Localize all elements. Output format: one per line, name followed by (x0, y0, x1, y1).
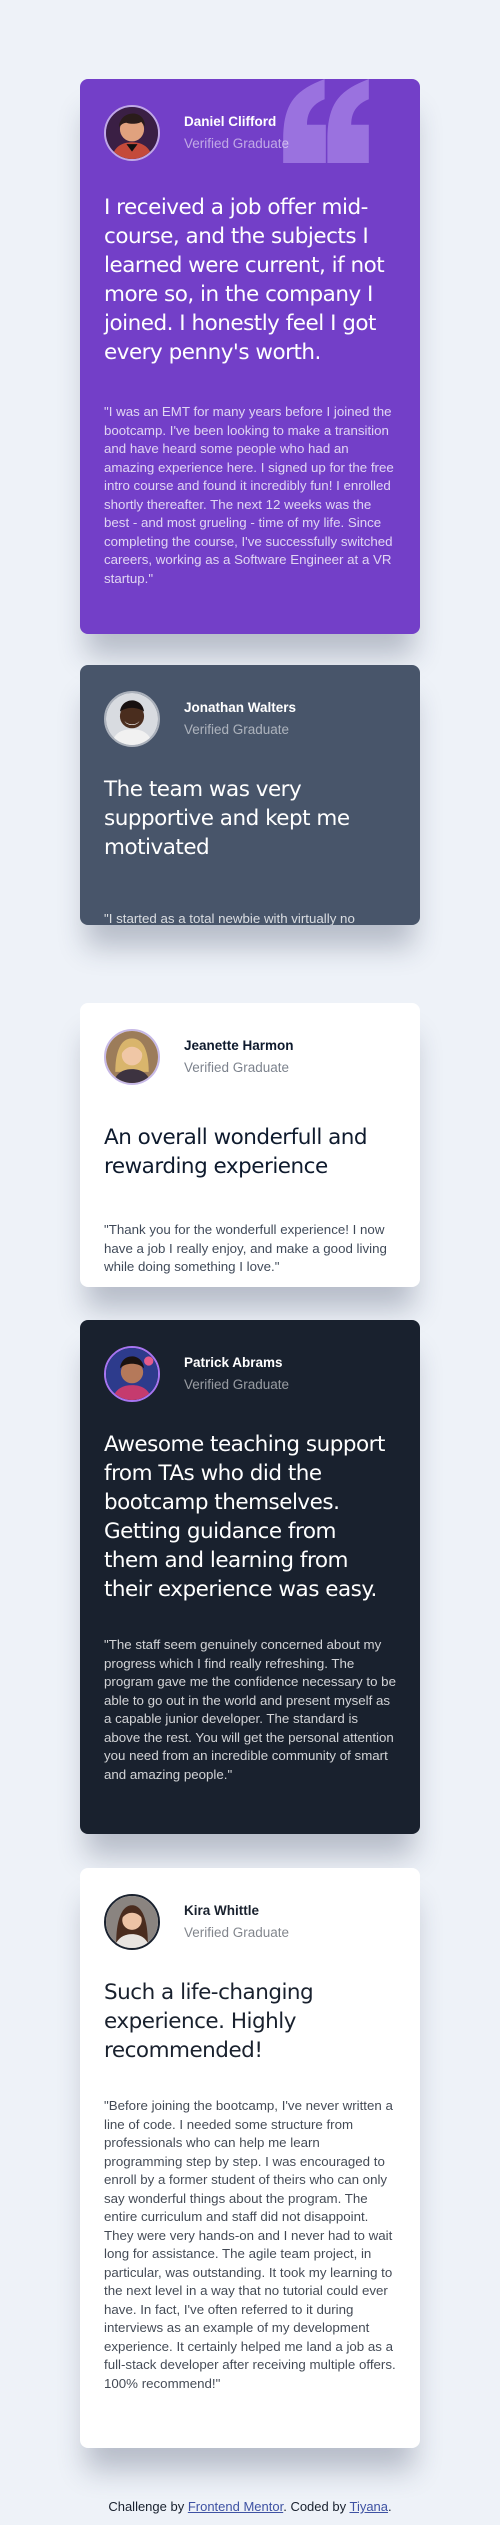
testimonial-card-kira: Kira Whittle Verified Graduate Such a li… (80, 1868, 420, 2448)
card-header: Jonathan Walters Verified Graduate (104, 691, 396, 747)
attribution: Challenge by Frontend Mentor. Coded by T… (0, 2499, 500, 2514)
card-header: Jeanette Harmon Verified Graduate (104, 1029, 396, 1085)
author-role: Verified Graduate (184, 1060, 290, 1075)
author-info: Jeanette Harmon Verified Graduate (184, 1037, 294, 1077)
author-info: Daniel Clifford Verified Graduate (184, 113, 289, 153)
testimonial-card-jeanette: Jeanette Harmon Verified Graduate An ove… (80, 1003, 420, 1287)
avatar (104, 1029, 160, 1085)
testimonial-quote: "Before joining the bootcamp, I've never… (104, 2098, 396, 2391)
attribution-prefix: Challenge by (108, 2499, 188, 2514)
author-info: Jonathan Walters Verified Graduate (184, 699, 296, 739)
avatar (104, 105, 160, 161)
author-info: Patrick Abrams Verified Graduate (184, 1354, 289, 1394)
testimonial-headline: An overall wonderfull and rewarding expe… (104, 1125, 368, 1179)
author-role: Verified Graduate (184, 722, 290, 737)
testimonial-card-daniel: Daniel Clifford Verified Graduate I rece… (80, 79, 420, 634)
author-role: Verified Graduate (184, 1377, 290, 1392)
testimonial-headline: Such a life-changing experience. Highly … (104, 1980, 314, 2063)
author-name: Jeanette Harmon (184, 1038, 294, 1053)
testimonial-quote: "The staff seem genuinely concerned abou… (104, 1637, 396, 1782)
avatar (104, 1346, 160, 1402)
testimonial-card-jonathan: Jonathan Walters Verified Graduate The t… (80, 665, 420, 925)
testimonial-headline: I received a job offer mid-course, and t… (104, 195, 385, 365)
testimonial-headline: The team was very supportive and kept me… (104, 777, 350, 860)
frontend-mentor-link[interactable]: Frontend Mentor (188, 2499, 283, 2514)
attribution-suffix: . (388, 2499, 392, 2514)
testimonial-quote: "I started as a total newbie with virtua… (104, 911, 355, 925)
author-link[interactable]: Tiyana (349, 2499, 388, 2514)
card-header: Daniel Clifford Verified Graduate (104, 105, 396, 161)
avatar (104, 1894, 160, 1950)
card-header: Patrick Abrams Verified Graduate (104, 1346, 396, 1402)
author-name: Kira Whittle (184, 1903, 260, 1918)
author-name: Daniel Clifford (184, 114, 277, 129)
author-role: Verified Graduate (184, 136, 290, 151)
card-header: Kira Whittle Verified Graduate (104, 1894, 396, 1950)
author-info: Kira Whittle Verified Graduate (184, 1902, 289, 1942)
author-name: Jonathan Walters (184, 700, 297, 715)
avatar (104, 691, 160, 747)
testimonial-card-patrick: Patrick Abrams Verified Graduate Awesome… (80, 1320, 420, 1834)
testimonial-quote: "Thank you for the wonderfull experience… (104, 1222, 387, 1274)
testimonial-headline: Awesome teaching support from TAs who di… (104, 1432, 385, 1602)
author-role: Verified Graduate (184, 1925, 290, 1940)
attribution-middle: . Coded by (283, 2499, 350, 2514)
author-name: Patrick Abrams (184, 1355, 283, 1370)
testimonial-quote: "I was an EMT for many years before I jo… (104, 404, 394, 586)
